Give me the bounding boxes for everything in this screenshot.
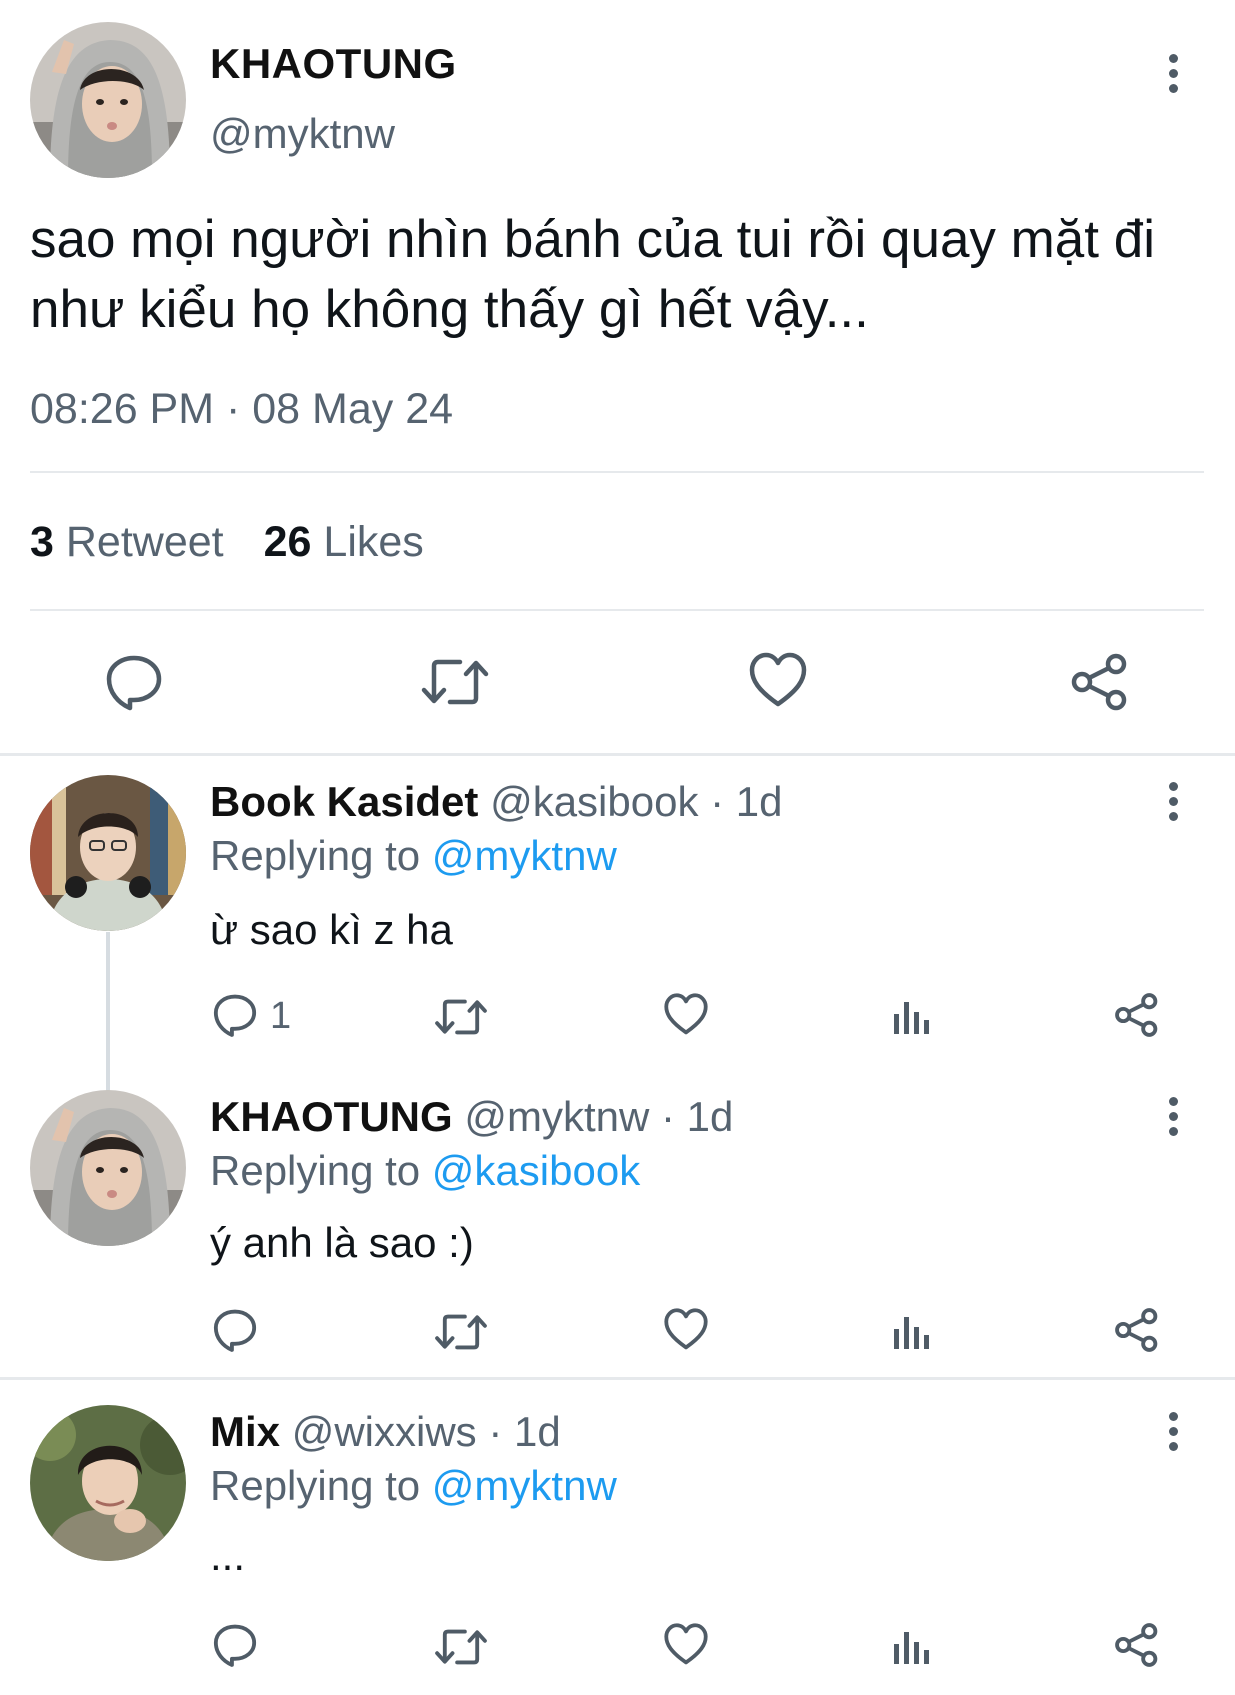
reply-text: ...	[210, 1532, 246, 1579]
avatar[interactable]	[30, 1405, 186, 1561]
like-icon[interactable]	[748, 652, 808, 710]
replying-to-link[interactable]: @myktnw	[432, 832, 617, 879]
reply-header: KHAOTUNG @myktnw · 1d	[210, 1093, 733, 1141]
reply-header: Book Kasidet @kasibook · 1d	[210, 778, 783, 826]
tweet-timestamp: 08:26 PM · 08 May 24	[30, 385, 454, 433]
likes-label: Likes	[323, 518, 424, 566]
share-icon[interactable]	[1114, 1307, 1160, 1353]
reply-text: ý anh là sao :)	[210, 1219, 474, 1266]
more-options-icon[interactable]	[1163, 1095, 1183, 1139]
reply-icon[interactable]	[104, 652, 164, 712]
display-name[interactable]: Mix	[210, 1408, 280, 1455]
divider	[0, 753, 1235, 756]
like-icon[interactable]	[663, 1308, 709, 1352]
tweet-stats: 3 Retweet 26 Likes	[30, 518, 424, 567]
reply-count: 1	[270, 995, 292, 1037]
retweet-icon[interactable]	[434, 1625, 488, 1669]
handle[interactable]: @myktnw	[210, 110, 395, 158]
replying-to-label: Replying to	[210, 1462, 432, 1509]
retweet-icon[interactable]	[434, 995, 488, 1039]
avatar[interactable]	[30, 775, 186, 931]
avatar[interactable]	[30, 22, 186, 178]
separator: ·	[649, 1093, 687, 1140]
display-name[interactable]: KHAOTUNG	[210, 1093, 453, 1140]
retweet-icon[interactable]	[420, 654, 490, 710]
thread-line	[106, 932, 110, 1092]
likes-count: 26	[263, 518, 312, 566]
divider	[0, 1377, 1235, 1380]
analytics-icon[interactable]	[892, 1626, 932, 1666]
replying-to: Replying to @kasibook	[210, 1147, 640, 1195]
share-icon[interactable]	[1070, 652, 1130, 712]
reply-age: 1d	[513, 1408, 561, 1455]
like-icon[interactable]	[663, 1623, 709, 1667]
retweet-label: Retweet	[65, 518, 224, 566]
analytics-icon[interactable]	[892, 1311, 932, 1351]
like-icon[interactable]	[663, 993, 709, 1037]
share-icon[interactable]	[1114, 992, 1160, 1038]
reply-icon[interactable]	[212, 1307, 258, 1353]
reply-age: 1d	[735, 778, 783, 825]
display-name[interactable]: Book Kasidet	[210, 778, 478, 825]
analytics-icon[interactable]	[892, 996, 932, 1036]
divider	[30, 471, 1204, 473]
replying-to-label: Replying to	[210, 832, 432, 879]
reply-icon[interactable]	[212, 1622, 258, 1668]
more-options-icon[interactable]	[1163, 780, 1183, 824]
handle[interactable]: @kasibook	[490, 778, 698, 825]
reply-icon[interactable]	[212, 992, 258, 1038]
divider	[30, 609, 1204, 611]
tweet-text: sao mọi người nhìn bánh của tui rồi quay…	[30, 210, 1155, 339]
display-name[interactable]: KHAOTUNG	[210, 40, 457, 88]
replying-to-label: Replying to	[210, 1147, 432, 1194]
replying-to-link[interactable]: @myktnw	[432, 1462, 617, 1509]
share-icon[interactable]	[1114, 1622, 1160, 1668]
reply-header: Mix @wixxiws · 1d	[210, 1408, 561, 1456]
handle[interactable]: @myktnw	[464, 1093, 649, 1140]
retweet-count: 3	[30, 518, 54, 566]
more-options-icon[interactable]	[1163, 1410, 1183, 1454]
replying-to-link[interactable]: @kasibook	[432, 1147, 640, 1194]
separator: ·	[698, 778, 736, 825]
separator: ·	[476, 1408, 514, 1455]
retweet-icon[interactable]	[434, 1310, 488, 1354]
avatar[interactable]	[30, 1090, 186, 1246]
more-options-icon[interactable]	[1163, 52, 1183, 96]
reply-age: 1d	[686, 1093, 734, 1140]
replying-to: Replying to @myktnw	[210, 1462, 617, 1510]
likes-stat[interactable]: 26 Likes	[264, 518, 424, 566]
replying-to: Replying to @myktnw	[210, 832, 617, 880]
retweet-stat[interactable]: 3 Retweet	[30, 518, 224, 566]
reply-text: ừ sao kì z ha	[210, 906, 453, 953]
handle[interactable]: @wixxiws	[292, 1408, 477, 1455]
